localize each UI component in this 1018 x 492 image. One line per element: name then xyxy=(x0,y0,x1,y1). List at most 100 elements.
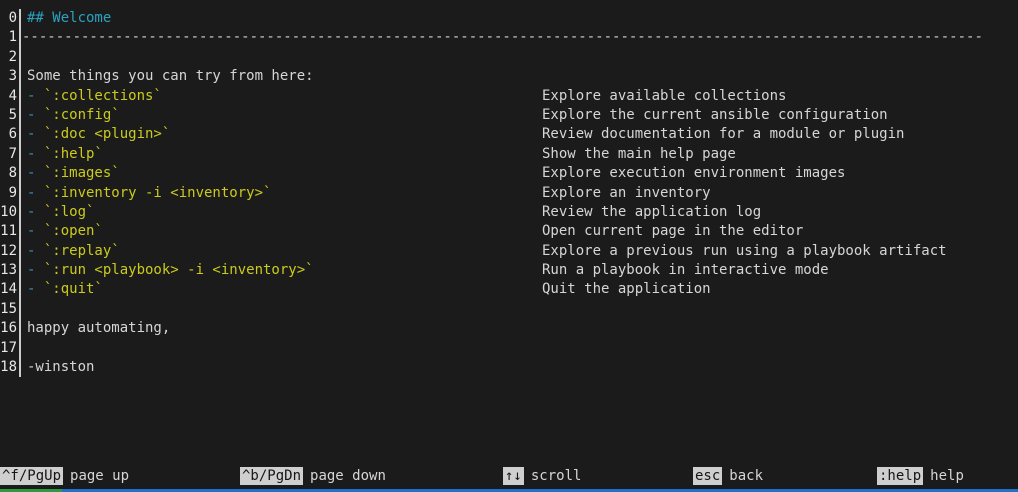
line-number: 15 xyxy=(0,300,17,319)
command-text: `:quit` xyxy=(44,281,103,297)
line-content: - `:config` Explore the current ansible c… xyxy=(21,106,1018,125)
line-number: 4 xyxy=(0,87,17,106)
terminal-line-2: 2 xyxy=(0,48,1018,67)
horizontal-rule: ----------------------------------------… xyxy=(22,28,983,47)
terminal-line-11: 11- `:open` Open current page in the edit… xyxy=(0,222,1018,241)
status-bar: ^f/PgUppage up^b/PgDnpage down↑↓scrolles… xyxy=(0,466,1018,486)
terminal-line-5: 5- `:config` Explore the current ansible … xyxy=(0,106,1018,125)
line-number: 6 xyxy=(0,125,17,144)
line-number: 16 xyxy=(0,319,17,338)
line-number: 7 xyxy=(0,145,17,164)
status-label: help xyxy=(930,468,964,484)
bullet-dash: - xyxy=(27,262,44,278)
bullet-dash: - xyxy=(27,185,44,201)
line-text: Some things you can try from here: xyxy=(27,68,314,84)
line-content: - `:doc <plugin>` Review documentation fo… xyxy=(21,125,1018,144)
line-number: 9 xyxy=(0,184,17,203)
status-item-scroll: ↑↓ scroll xyxy=(503,466,581,486)
line-number: 14 xyxy=(0,280,17,299)
command-description: Explore the current ansible configuratio… xyxy=(542,106,888,125)
line-content: - `:replay` Explore a previous run using … xyxy=(21,242,1018,261)
bullet-dash: - xyxy=(27,146,44,162)
keycap-esc: esc xyxy=(693,467,722,485)
command-description: Review documentation for a module or plu… xyxy=(542,125,904,144)
line-number: 3 xyxy=(0,67,17,86)
command-text: `:help` xyxy=(44,146,103,162)
line-number: 5 xyxy=(0,106,17,125)
line-content: - `:open` Open current page in the editor xyxy=(21,222,1018,241)
terminal-window[interactable]: 0## Welcome1----------------------------… xyxy=(0,0,1018,492)
line-number: 12 xyxy=(0,242,17,261)
line-content: - `:run <playbook> -i <inventory>` Run a … xyxy=(21,261,1018,280)
command-description: Explore a previous run using a playbook … xyxy=(542,242,947,261)
bullet-dash: - xyxy=(27,107,44,123)
status-label: page down xyxy=(310,468,386,484)
terminal-body: 0## Welcome1----------------------------… xyxy=(0,9,1018,377)
command-description: Review the application log xyxy=(542,203,761,222)
command-text: `:doc <plugin>` xyxy=(44,126,170,142)
line-content: ## Welcome xyxy=(21,9,1018,28)
command-description: Explore execution environment images xyxy=(542,164,845,183)
bullet-dash: - xyxy=(27,126,44,142)
terminal-line-1: 1 ---------------------------------------… xyxy=(0,28,1018,47)
terminal-line-9: 9- `:inventory -i <inventory>` Explore an… xyxy=(0,184,1018,203)
keycap--f-pgup: ^f/PgUp xyxy=(0,467,63,485)
line-content xyxy=(21,339,1018,358)
line-number: 0 xyxy=(0,9,17,28)
line-content: Some things you can try from here: xyxy=(21,67,1018,86)
line-number: 17 xyxy=(0,339,17,358)
status-label: scroll xyxy=(531,468,582,484)
command-text: `:replay` xyxy=(44,243,120,259)
line-content: -winston xyxy=(21,358,1018,377)
command-text: `:inventory -i <inventory>` xyxy=(44,185,272,201)
command-text: `:images` xyxy=(44,165,120,181)
line-number: 18 xyxy=(0,358,17,377)
line-content xyxy=(21,300,1018,319)
line-content: - `:help` Show the main help page xyxy=(21,145,1018,164)
line-number: 11 xyxy=(0,222,17,241)
line-number: 1 xyxy=(0,28,17,47)
status-item-page-up: ^f/PgUp page up xyxy=(0,466,129,486)
line-text: -winston xyxy=(27,359,94,375)
line-content: - `:inventory -i <inventory>` Explore an … xyxy=(21,184,1018,203)
bullet-dash: - xyxy=(27,243,44,259)
terminal-line-16: 16happy automating, xyxy=(0,319,1018,338)
command-description: Run a playbook in interactive mode xyxy=(542,261,829,280)
line-content: - `:quit` Quit the application xyxy=(21,280,1018,299)
command-description: Show the main help page xyxy=(542,145,736,164)
keycap-scroll-arrows: ↑↓ xyxy=(503,467,524,485)
terminal-line-12: 12- `:replay` Explore a previous run usin… xyxy=(0,242,1018,261)
line-content: - `:log` Review the application log xyxy=(21,203,1018,222)
terminal-line-3: 3 Some things you can try from here: xyxy=(0,67,1018,86)
terminal-line-8: 8- `:images`Explore execution environmen… xyxy=(0,164,1018,183)
command-description: Explore an inventory xyxy=(542,184,711,203)
line-content xyxy=(21,48,1018,67)
terminal-line-15: 15 xyxy=(0,300,1018,319)
bullet-dash: - xyxy=(27,223,44,239)
bullet-dash: - xyxy=(27,281,44,297)
terminal-line-4: 4- `:collections`Explore available colle… xyxy=(0,87,1018,106)
line-content: - `:images` Explore execution environment… xyxy=(21,164,1018,183)
status-item-help: :help help xyxy=(877,466,964,486)
terminal-line-10: 10- `:log`Review the application log xyxy=(0,203,1018,222)
welcome-heading: ## Welcome xyxy=(27,10,111,26)
status-label: back xyxy=(729,468,763,484)
terminal-line-7: 7- `:help` Show the main help page xyxy=(0,145,1018,164)
command-text: `:run <playbook> -i <inventory>` xyxy=(44,262,314,278)
keycap--help: :help xyxy=(877,467,923,485)
status-label: page up xyxy=(70,468,129,484)
bullet-dash: - xyxy=(27,165,44,181)
bullet-dash: - xyxy=(27,88,44,104)
command-description: Quit the application xyxy=(542,280,711,299)
command-description: Open current page in the editor xyxy=(542,222,803,241)
line-number: 13 xyxy=(0,261,17,280)
bullet-dash: - xyxy=(27,204,44,220)
command-text: `:log` xyxy=(44,204,95,220)
terminal-line-14: 14- `:quit` Quit the application xyxy=(0,280,1018,299)
command-text: `:config` xyxy=(44,107,120,123)
command-text: `:open` xyxy=(44,223,103,239)
terminal-line-17: 17 xyxy=(0,339,1018,358)
terminal-line-18: 18 -winston xyxy=(0,358,1018,377)
terminal-line-0: 0 ## Welcome xyxy=(0,9,1018,28)
line-content: ----------------------------------------… xyxy=(21,28,1018,47)
